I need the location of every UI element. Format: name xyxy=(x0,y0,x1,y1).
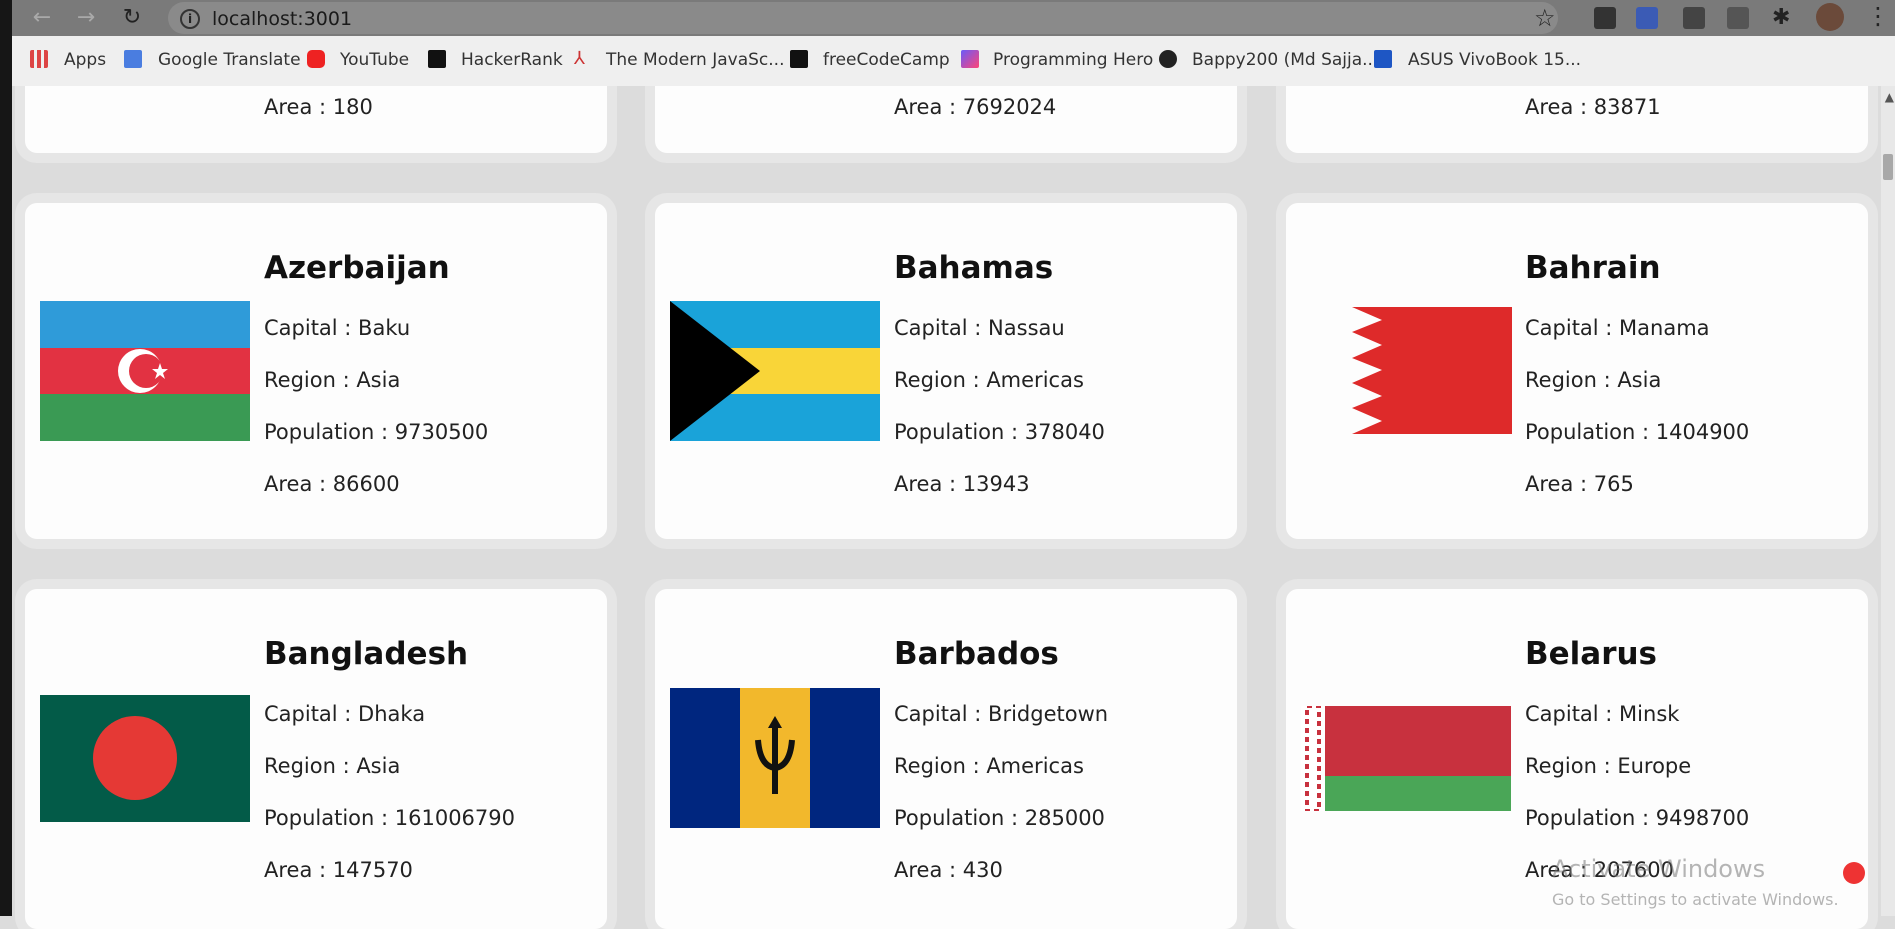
country-card-bahrain: Bahrain Capital : Manama Region : Asia P… xyxy=(1286,203,1868,539)
country-name: Barbados xyxy=(894,636,1059,672)
country-card-azerbaijan: Azerbaijan Capital : Baku Region : Asia … xyxy=(25,203,607,539)
country-name: Bahamas xyxy=(894,250,1054,286)
country-population: Population : 1404900 xyxy=(1525,420,1750,444)
country-capital: Capital : Bridgetown xyxy=(894,702,1109,726)
country-area: Area : 765 xyxy=(1525,472,1634,496)
country-capital: Capital : Manama xyxy=(1525,316,1710,340)
country-region: Region : Asia xyxy=(264,754,401,778)
bookmark-apps[interactable]: Apps xyxy=(64,50,106,70)
menu-kebab-icon[interactable]: ⋮ xyxy=(1866,2,1890,30)
page-scrollbar[interactable] xyxy=(1881,86,1895,916)
bookmark-freecodecamp[interactable]: freeCodeCamp xyxy=(823,50,950,70)
forward-arrow-icon[interactable]: → xyxy=(72,4,100,32)
bookmark-google-translate[interactable]: Google Translate xyxy=(158,50,301,70)
bookmark-youtube[interactable]: YouTube xyxy=(340,50,409,70)
country-capital: Capital : Minsk xyxy=(1525,702,1680,726)
country-area: Area : 83871 xyxy=(1525,95,1661,119)
bookmarks-bar: Apps Google Translate YouTube HackerRank… xyxy=(0,36,1895,86)
translate-extension-icon[interactable] xyxy=(1636,7,1658,29)
country-name: Bangladesh xyxy=(264,636,469,672)
country-region: Region : Americas xyxy=(894,754,1084,778)
bookmark-github-profile[interactable]: Bappy200 (Md Sajja... xyxy=(1192,50,1378,70)
country-name: Belarus xyxy=(1525,636,1658,672)
country-area: Area : 180 xyxy=(264,95,373,119)
country-card-bangladesh: Bangladesh Capital : Dhaka Region : Asia… xyxy=(25,589,607,929)
browser-toolbar: ← → ↻ i localhost:3001 ☆ ✱ ⋮ xyxy=(0,0,1895,36)
windows-activation-hint: Go to Settings to activate Windows. xyxy=(1552,890,1839,909)
freecodecamp-icon xyxy=(790,50,808,68)
country-population: Population : 161006790 xyxy=(264,806,516,830)
profile-avatar[interactable] xyxy=(1816,3,1844,31)
country-population: Population : 9498700 xyxy=(1525,806,1750,830)
facebook-extension-icon[interactable] xyxy=(1683,7,1705,29)
github-icon xyxy=(1159,50,1177,68)
country-area: Area : 13943 xyxy=(894,472,1030,496)
url-text: localhost:3001 xyxy=(212,8,353,30)
barbados-flag xyxy=(670,688,880,828)
javascript-info-icon: ⅄ xyxy=(574,48,585,69)
bangladesh-flag xyxy=(40,695,250,822)
bookmark-modern-javascript[interactable]: The Modern JavaSc... xyxy=(606,50,784,70)
scroll-up-arrow-icon[interactable]: ▲ xyxy=(1885,90,1894,104)
puzzle-icon[interactable]: ✱ xyxy=(1772,7,1794,29)
back-arrow-icon[interactable]: ← xyxy=(28,4,56,32)
google-translate-icon xyxy=(124,50,142,68)
country-area: Area : 430 xyxy=(894,858,1003,882)
windows-activation-watermark: Activate Windows xyxy=(1552,855,1766,883)
country-area: Area : 147570 xyxy=(264,858,413,882)
country-name: Bahrain xyxy=(1525,250,1661,286)
country-capital: Capital : Nassau xyxy=(894,316,1065,340)
country-card-bahamas: Bahamas Capital : Nassau Region : Americ… xyxy=(655,203,1237,539)
reload-icon[interactable]: ↻ xyxy=(118,4,146,32)
bookmark-hackerrank[interactable]: HackerRank xyxy=(461,50,563,70)
country-area: Area : 7692024 xyxy=(894,95,1057,119)
extension-icon[interactable] xyxy=(1727,7,1749,29)
country-region: Region : Asia xyxy=(264,368,401,392)
apps-grid-icon xyxy=(30,50,48,68)
azerbaijan-flag xyxy=(40,301,250,441)
bookmark-asus-vivobook[interactable]: ASUS VivoBook 15... xyxy=(1408,50,1581,70)
hackerrank-icon xyxy=(428,50,446,68)
extension-icon[interactable] xyxy=(1594,7,1616,29)
window-edge xyxy=(0,0,12,916)
country-capital: Capital : Baku xyxy=(264,316,411,340)
bahamas-flag xyxy=(670,301,880,441)
countries-grid: Area : 180 Area : 7692024 Area : 83871 A… xyxy=(12,46,1895,929)
country-population: Population : 378040 xyxy=(894,420,1105,444)
address-bar[interactable]: i localhost:3001 xyxy=(168,2,1558,34)
country-card-barbados: Barbados Capital : Bridgetown Region : A… xyxy=(655,589,1237,929)
country-population: Population : 285000 xyxy=(894,806,1105,830)
asus-icon xyxy=(1374,50,1392,68)
programming-hero-icon xyxy=(961,50,979,68)
youtube-icon xyxy=(307,50,325,68)
site-info-icon[interactable]: i xyxy=(180,9,200,29)
country-name: Azerbaijan xyxy=(264,250,450,286)
belarus-flag xyxy=(1301,706,1511,811)
country-region: Region : Americas xyxy=(894,368,1084,392)
country-region: Region : Asia xyxy=(1525,368,1662,392)
bookmark-star-icon[interactable]: ☆ xyxy=(1534,4,1556,32)
scrollbar-thumb[interactable] xyxy=(1883,154,1893,180)
notification-bell-icon[interactable] xyxy=(1843,862,1865,884)
country-region: Region : Europe xyxy=(1525,754,1692,778)
country-capital: Capital : Dhaka xyxy=(264,702,426,726)
country-area: Area : 86600 xyxy=(264,472,400,496)
bahrain-flag xyxy=(1352,307,1512,434)
country-population: Population : 9730500 xyxy=(264,420,489,444)
bookmark-programming-hero[interactable]: Programming Hero xyxy=(993,50,1153,70)
